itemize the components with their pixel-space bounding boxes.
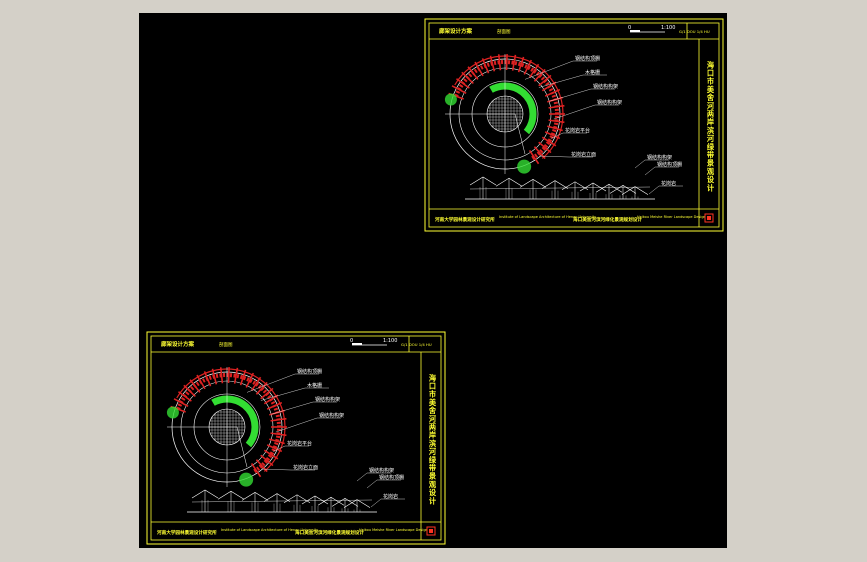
scale-value-label: 1:100 xyxy=(383,338,397,344)
seal-stamp-core xyxy=(429,529,433,533)
scale-bar: 0 1:100 xyxy=(628,25,675,33)
footer-project: 海口美舍河滨河绿化景观规划设计 xyxy=(295,529,364,536)
section-callout-leader xyxy=(366,479,378,489)
sheet-number: G/1 DOU 1/4 HU xyxy=(679,29,710,34)
section-callout-label: 花岗岩 xyxy=(661,180,676,187)
scale-bar-block xyxy=(352,343,362,345)
footer-project-en: Haikou Meishe River Landscape Design xyxy=(637,215,706,219)
plan-callout-label: 花岗岩立面 xyxy=(293,464,318,471)
plan-callout-label: 钢结构构架 xyxy=(597,99,622,106)
pavilion-plan-view: 钢结构顶棚木格栅钢结构构架钢结构构架花岗岩平台花岗岩立面 xyxy=(444,54,622,174)
plan-callout-label: 木格栅 xyxy=(307,382,322,389)
planting-green-arc xyxy=(211,395,259,448)
pavilion-section-view: 钢结构构架钢结构顶棚花岗岩 xyxy=(465,154,683,200)
plan-callout-label: 花岗岩平台 xyxy=(565,127,590,134)
scale-zero-label: 0 xyxy=(350,338,353,344)
section-callout-leader xyxy=(370,498,382,508)
planting-green-patch xyxy=(239,472,254,487)
plan-callout-label: 钢结构顶棚 xyxy=(575,55,600,62)
cad-drawing-viewport[interactable]: 廊架设计方案 剖面图 0 1:100 G/1 DOU 1/4 HU 海口市美舍河两岸滨河绿… xyxy=(139,13,727,548)
scale-bar: 0 1:100 xyxy=(350,338,397,346)
footer-institute: 河南大学园林景观设计研究所 xyxy=(156,529,217,536)
sheet-inner-frame xyxy=(150,335,442,541)
scale-value-label: 1:100 xyxy=(661,25,675,31)
section-callout-leader xyxy=(634,159,646,169)
pavilion-plan-view: 钢结构顶棚木格栅钢结构构架钢结构构架花岗岩平台花岗岩立面 xyxy=(166,367,344,487)
sheet-subtitle: 剖面图 xyxy=(497,28,511,35)
section-callout-label: 钢结构构架 xyxy=(369,467,394,474)
drawing-sheet-2: 廊架设计方案 剖面图 0 1:100 G/1 DOU 1/4 HU 海口市美舍河两岸滨河绿… xyxy=(146,331,446,545)
scale-zero-label: 0 xyxy=(628,25,631,31)
planting-green-patch-2 xyxy=(166,406,179,419)
planting-green-arc xyxy=(489,82,537,135)
plan-callout-label: 钢结构构架 xyxy=(319,412,344,419)
plan-callout-label: 木格栅 xyxy=(585,69,600,76)
footer-project: 海口美舍河滨河绿化景观规划设计 xyxy=(573,216,642,223)
seal-stamp-core xyxy=(707,216,711,220)
sheet-title: 廊架设计方案 xyxy=(161,340,195,348)
sheet-title: 廊架设计方案 xyxy=(439,27,473,35)
section-callout-label: 钢结构顶棚 xyxy=(657,161,682,168)
plan-callout-label: 花岗岩立面 xyxy=(571,151,596,158)
vertical-project-title: 海口市美舍河两岸滨河绿带景观设计 xyxy=(706,60,715,192)
section-callout-label: 花岗岩 xyxy=(383,493,398,500)
sheet-number: G/1 DOU 1/4 HU xyxy=(401,342,432,347)
section-callout-leader xyxy=(648,185,660,195)
plan-callout-label: 钢结构构架 xyxy=(593,83,618,90)
section-callout-leader xyxy=(644,166,656,176)
drawing-canvas: 廊架设计方案 剖面图0 1:100G/1 DOU 1/4 HU海口市美舍河两岸滨河绿… xyxy=(146,18,724,545)
section-callout-label: 钢结构顶棚 xyxy=(379,474,404,481)
section-callout-label: 钢结构构架 xyxy=(647,154,672,161)
footer-institute: 河南大学园林景观设计研究所 xyxy=(434,216,495,223)
plan-callout-label: 花岗岩平台 xyxy=(287,440,312,447)
drawing-sheet-1: 廊架设计方案 剖面图 0 1:100 G/1 DOU 1/4 HU 海口市美舍河两岸滨河绿… xyxy=(424,18,724,232)
planting-green-patch xyxy=(517,159,532,174)
plan-callout-label: 钢结构顶棚 xyxy=(297,368,322,375)
sheet-subtitle: 剖面图 xyxy=(219,341,233,348)
planting-green-patch-2 xyxy=(444,93,457,106)
scale-bar-block xyxy=(630,30,640,32)
vertical-project-title: 海口市美舍河两岸滨河绿带景观设计 xyxy=(428,373,437,505)
sheet-inner-frame xyxy=(428,22,720,228)
section-callout-leader xyxy=(356,472,368,482)
pavilion-section-view: 钢结构构架钢结构顶棚花岗岩 xyxy=(187,467,405,513)
plan-callout-label: 钢结构构架 xyxy=(315,396,340,403)
footer-project-en: Haikou Meishe River Landscape Design xyxy=(359,528,428,532)
